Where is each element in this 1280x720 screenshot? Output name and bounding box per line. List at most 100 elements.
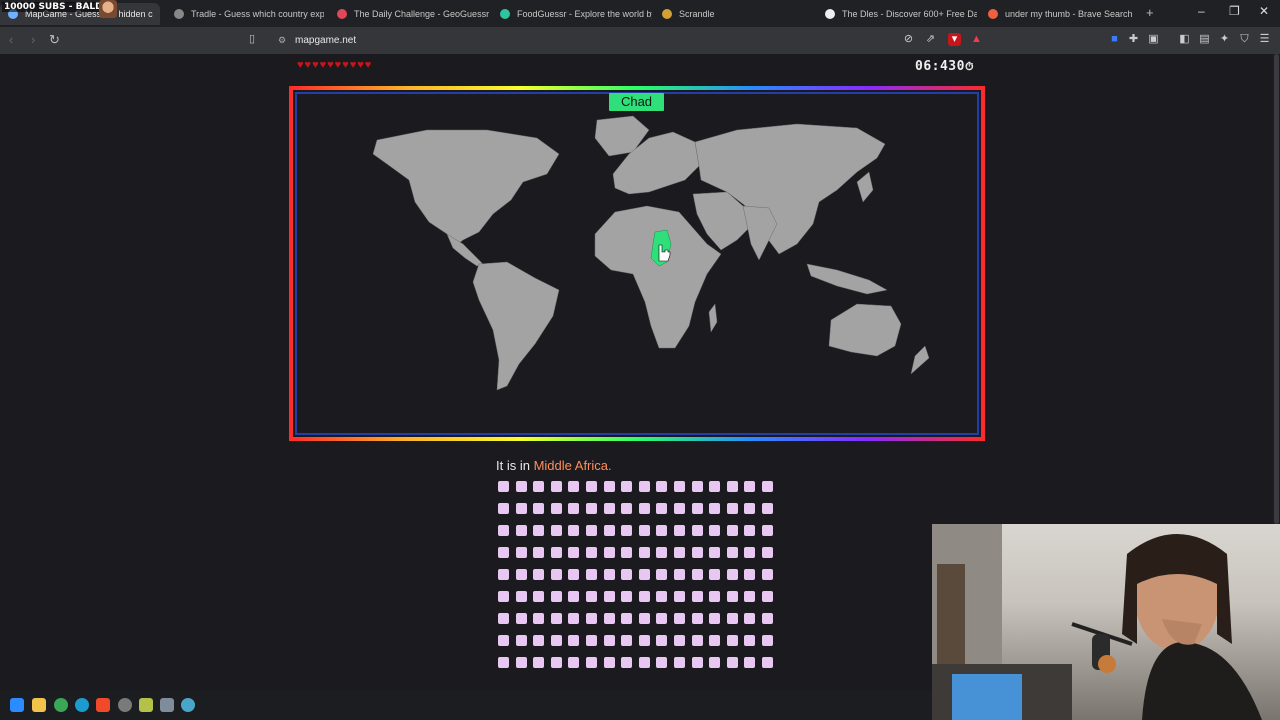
emoji-square	[533, 547, 545, 558]
share-icon[interactable]: ⇗	[924, 33, 937, 46]
webcam-overlay	[932, 524, 1280, 720]
emoji-square	[498, 613, 509, 624]
emoji-square	[533, 481, 545, 492]
app-2-icon[interactable]	[160, 698, 174, 712]
emoji-square	[744, 503, 756, 514]
india	[742, 205, 778, 261]
brave-rewards-icon[interactable]: ▲	[970, 33, 983, 46]
tradle-favicon-icon	[174, 9, 184, 19]
emoji-square	[515, 525, 527, 536]
address-bar[interactable]: ⚙ mapgame.net	[270, 30, 990, 51]
shield-icon[interactable]: ⛉	[1238, 33, 1251, 46]
emoji-square	[726, 657, 738, 668]
tab-foodguessr[interactable]: FoodGuessr - Explore the world by it	[492, 3, 652, 25]
sidebar-icon[interactable]: ◧	[1178, 33, 1191, 46]
emoji-square	[533, 525, 545, 536]
windows-start-icon[interactable]	[10, 698, 24, 712]
emoji-square	[761, 657, 773, 668]
minimize-icon[interactable]: –	[1198, 4, 1205, 18]
back-arrow-icon[interactable]: ‹	[9, 32, 13, 47]
emoji-square	[709, 547, 721, 558]
australia	[828, 303, 902, 357]
emoji-square	[744, 591, 756, 602]
timer-value: 06:430	[915, 59, 965, 74]
leo-ai-icon[interactable]: ✦	[1218, 33, 1231, 46]
emoji-square	[498, 547, 509, 558]
emoji-square	[691, 613, 703, 624]
close-window-icon[interactable]: ✕	[1259, 4, 1269, 18]
emoji-square	[550, 481, 562, 492]
tab-brave-search[interactable]: under my thumb - Brave Search	[980, 3, 1140, 25]
emoji-square	[603, 547, 615, 558]
emoji-square	[603, 657, 615, 668]
africa	[594, 205, 722, 349]
tab-dles[interactable]: The Dles - Discover 600+ Free Daily	[817, 3, 977, 25]
tab-scrandle[interactable]: Scrandle	[654, 3, 814, 25]
emoji-square	[621, 613, 633, 624]
emoji-square	[585, 591, 597, 602]
app-icon[interactable]	[139, 698, 153, 712]
emoji-square	[709, 525, 721, 536]
emoji-square	[621, 591, 633, 602]
emoji-square	[761, 613, 773, 624]
heart-icon: ♥	[297, 59, 304, 71]
emoji-square	[533, 657, 545, 668]
geoguessr-pin-icon	[337, 9, 347, 19]
emoji-square	[726, 481, 738, 492]
emoji-square	[691, 569, 703, 580]
edge-icon[interactable]	[75, 698, 89, 712]
emoji-square	[673, 503, 685, 514]
reload-icon[interactable]: ↻	[49, 32, 60, 48]
emoji-square	[550, 657, 562, 668]
streamer-avatar	[99, 0, 117, 18]
emoji-square	[603, 481, 615, 492]
emoji-square	[515, 569, 527, 580]
obs-icon[interactable]	[118, 698, 132, 712]
emoji-square	[498, 635, 509, 646]
emoji-square	[656, 525, 668, 536]
emoji-square	[568, 657, 580, 668]
file-explorer-icon[interactable]	[32, 698, 46, 712]
heart-icon: ♥	[319, 59, 327, 71]
vpn-icon[interactable]: ▤	[1198, 33, 1211, 46]
emoji-square	[656, 569, 668, 580]
tab-tradle[interactable]: Tradle - Guess which country exports	[166, 3, 324, 25]
emoji-square	[726, 635, 738, 646]
emoji-square	[709, 635, 721, 646]
brave-shields-icon[interactable]: ▾	[948, 33, 961, 46]
emoji-square	[621, 657, 633, 668]
forward-arrow-icon[interactable]: ›	[31, 32, 35, 47]
emoji-square	[621, 481, 633, 492]
emoji-square	[656, 613, 668, 624]
new-tab-plus-icon[interactable]: +	[1146, 5, 1154, 20]
emoji-square	[638, 569, 650, 580]
emoji-square	[603, 591, 615, 602]
scrollbar-thumb[interactable]	[1274, 54, 1279, 524]
emoji-square	[498, 525, 509, 536]
emoji-square	[568, 525, 580, 536]
heart-icon: ♥	[312, 59, 319, 71]
emoji-square	[656, 547, 668, 558]
emoji-square	[603, 635, 615, 646]
emoji-square	[585, 569, 597, 580]
world-map-container[interactable]	[295, 92, 979, 435]
restore-icon[interactable]: ❐	[1229, 4, 1240, 18]
reader-mode-icon[interactable]: ⊘	[902, 33, 915, 46]
chrome-icon[interactable]	[54, 698, 68, 712]
extension-badge-icon[interactable]: ■	[1108, 33, 1121, 46]
wallet-icon[interactable]: ▣	[1147, 33, 1160, 46]
emoji-square	[515, 613, 527, 624]
refresh-app-icon[interactable]	[181, 698, 195, 712]
bookmark-icon[interactable]: ▯	[249, 32, 255, 45]
emoji-square	[533, 503, 545, 514]
extensions-puzzle-icon[interactable]: ✚	[1127, 33, 1140, 46]
emoji-square	[691, 481, 703, 492]
world-map[interactable]	[297, 94, 979, 435]
tab-geoguessr[interactable]: The Daily Challenge - GeoGuessr	[329, 3, 489, 25]
emoji-square	[726, 547, 738, 558]
brave-icon[interactable]	[96, 698, 110, 712]
site-info-icon[interactable]: ⚙	[278, 35, 286, 46]
menu-icon[interactable]: ☰	[1258, 33, 1271, 46]
hint-prefix: It is in	[496, 458, 534, 473]
emoji-square	[638, 481, 650, 492]
